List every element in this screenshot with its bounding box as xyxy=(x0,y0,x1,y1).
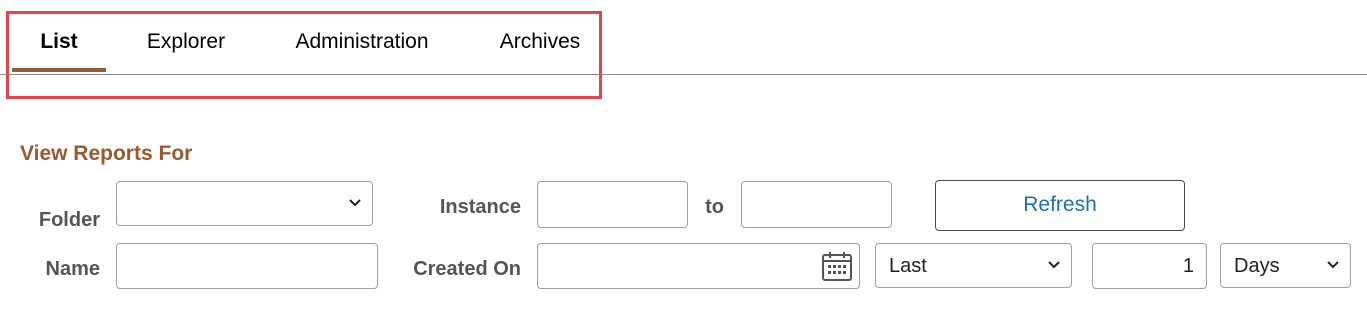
range-select[interactable]: Last xyxy=(875,243,1072,288)
count-field[interactable] xyxy=(1093,244,1206,288)
tab-explorer[interactable]: Explorer xyxy=(120,28,252,72)
folder-select[interactable] xyxy=(116,181,373,226)
name-label: Name xyxy=(45,258,100,280)
tab-explorer-label: Explorer xyxy=(146,30,226,53)
instance-from-field[interactable] xyxy=(538,182,687,227)
refresh-button[interactable]: Refresh xyxy=(935,180,1185,231)
unit-select-value: Days xyxy=(1234,255,1280,277)
chevron-down-icon xyxy=(349,199,361,207)
section-title: View Reports For xyxy=(20,142,193,165)
chevron-down-icon xyxy=(1048,261,1060,269)
active-tab-indicator xyxy=(12,68,106,72)
refresh-button-label: Refresh xyxy=(1023,193,1097,216)
instance-to-input[interactable] xyxy=(741,181,892,228)
instance-label: Instance xyxy=(439,196,521,218)
tab-list-label: List xyxy=(40,30,78,53)
count-input[interactable] xyxy=(1092,243,1207,289)
instance-to-label: to xyxy=(705,196,724,218)
created-on-date-input[interactable] xyxy=(537,243,860,289)
tab-list[interactable]: List xyxy=(12,28,106,72)
tab-administration[interactable]: Administration xyxy=(270,28,454,72)
created-on-date-field[interactable] xyxy=(538,244,859,288)
unit-select[interactable]: Days xyxy=(1220,243,1351,288)
tab-bar: List Explorer Administration Archives xyxy=(0,0,1367,75)
tab-archives-label: Archives xyxy=(499,30,581,53)
tab-administration-label: Administration xyxy=(295,30,429,53)
name-input[interactable] xyxy=(116,243,378,289)
range-select-value: Last xyxy=(889,255,927,277)
folder-label: Folder xyxy=(38,209,100,231)
created-on-label: Created On xyxy=(413,258,521,280)
instance-to-field[interactable] xyxy=(742,182,891,227)
name-field[interactable] xyxy=(117,244,377,288)
chevron-down-icon xyxy=(1327,261,1339,269)
calendar-icon[interactable] xyxy=(821,250,853,282)
tab-archives[interactable]: Archives xyxy=(474,28,606,72)
instance-from-input[interactable] xyxy=(537,181,688,228)
